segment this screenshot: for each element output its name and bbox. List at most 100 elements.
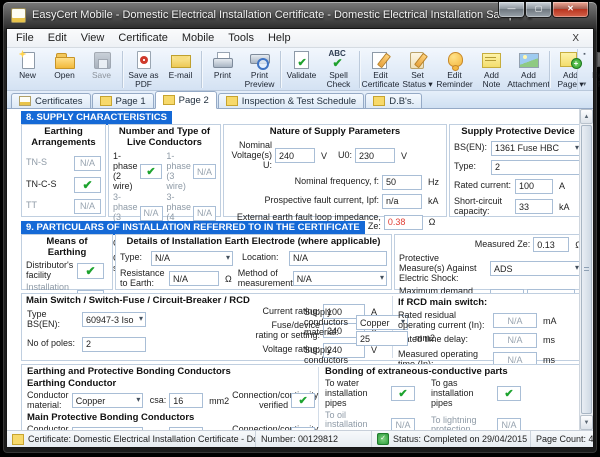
toolbar-new-button[interactable]: New bbox=[9, 49, 46, 90]
menu-edit[interactable]: Edit bbox=[41, 31, 74, 45]
protective-measures-dropdown[interactable]: ADS ▾ bbox=[490, 261, 579, 277]
toolbar-open-button[interactable]: Open bbox=[46, 49, 83, 90]
protective-measures-label: Protective Measure(s) Against Electric S… bbox=[399, 253, 477, 283]
earthing-verified-checkbox[interactable]: ✔ bbox=[291, 393, 315, 409]
bonding-title: Earthing and Protective Bonding Conducto… bbox=[27, 366, 231, 377]
toolbar-add-attachment-button[interactable]: Add Attachment bbox=[507, 49, 550, 90]
tab-strip: Certificates Page 1 Page 2 Inspection & Tes… bbox=[7, 91, 593, 109]
rated-current-field[interactable]: 100 bbox=[515, 178, 553, 194]
measured-ze-field[interactable]: 0.13 bbox=[533, 237, 570, 252]
bsen-dropdown[interactable]: 1361 Fuse HBC ▾ bbox=[491, 140, 579, 156]
menu-view[interactable]: View bbox=[74, 31, 112, 45]
menu-mobile[interactable]: Mobile bbox=[175, 31, 221, 45]
toolbar-e-mail-button[interactable]: E-mail bbox=[162, 49, 199, 90]
gas-pipes-checkbox[interactable]: ✔ bbox=[497, 386, 521, 402]
toolbar-edit-reminder-button[interactable]: Edit Reminder bbox=[436, 49, 473, 90]
tncs-checkbox[interactable]: ✔ bbox=[74, 176, 101, 193]
document-close-button[interactable]: X bbox=[568, 33, 583, 44]
status-page-count: Page Count: 4 bbox=[531, 431, 593, 447]
validate-icon bbox=[289, 50, 315, 71]
oil-pipes-label: To oil installation pipes bbox=[325, 409, 368, 430]
tab-page-2[interactable]: Page 2 bbox=[154, 91, 217, 109]
earthing-material-dropdown[interactable]: Copper ▾ bbox=[71, 393, 144, 409]
tab-d-b-s[interactable]: D.B's. bbox=[365, 93, 423, 108]
tab-label: Certificates bbox=[35, 95, 83, 107]
pdf-icon bbox=[131, 50, 157, 71]
tt-field[interactable]: N/A bbox=[74, 198, 101, 214]
maximize-icon: ▢ bbox=[534, 3, 543, 13]
toolbar-validate-button[interactable]: Validate bbox=[283, 49, 320, 90]
voltage-u0-field[interactable]: 230 bbox=[355, 148, 396, 164]
down-arrow-icon: ▼ bbox=[583, 419, 590, 426]
electrode-type-label: Type: bbox=[120, 252, 143, 263]
main-verified-label: Connection/continuity verified bbox=[232, 423, 319, 430]
frequency-field[interactable]: 50 bbox=[382, 174, 422, 190]
supply-csa-field[interactable]: 25 bbox=[356, 331, 408, 346]
method-dropdown[interactable]: N/A ▾ bbox=[292, 271, 387, 287]
minimize-icon: — bbox=[507, 3, 516, 13]
lightning-field[interactable]: N/A bbox=[497, 417, 521, 430]
switch-type-dropdown[interactable]: 60947-3 Iso ▾ bbox=[82, 312, 146, 328]
toolbar-save-as-pdf-button[interactable]: Save as PDF bbox=[125, 49, 162, 90]
rcd-title: If RCD main switch: bbox=[398, 297, 488, 308]
menu-certificate[interactable]: Certificate bbox=[111, 31, 175, 45]
main-verified-checkbox[interactable]: ✔ bbox=[291, 426, 315, 430]
scroll-down-button[interactable]: ▼ bbox=[580, 415, 593, 430]
residual-current-field[interactable]: N/A bbox=[493, 313, 537, 329]
voltage-u-field[interactable]: 240 bbox=[275, 148, 315, 164]
toolbar-save-button: Save bbox=[83, 49, 120, 90]
oil-pipes-field[interactable]: N/A bbox=[391, 417, 415, 430]
close-button[interactable]: ✕ bbox=[552, 2, 589, 18]
scroll-up-button[interactable]: ▲ bbox=[580, 109, 593, 124]
ze-field[interactable]: 0.38 bbox=[383, 214, 423, 230]
toolbar-separator bbox=[201, 51, 202, 88]
device-type-label: Type: bbox=[454, 161, 477, 172]
device-type-field[interactable]: 2 bbox=[491, 159, 579, 175]
phase3-4wire-field[interactable]: N/A bbox=[193, 205, 216, 221]
chevron-down-icon: ▾ bbox=[574, 263, 579, 273]
menu-file[interactable]: File bbox=[9, 31, 41, 45]
main-csa-field[interactable]: 10 bbox=[169, 426, 204, 430]
status-sync-icon: ✓ bbox=[377, 433, 389, 445]
phase1-3wire-field[interactable]: N/A bbox=[192, 164, 217, 180]
maximize-button[interactable]: ▢ bbox=[525, 2, 552, 18]
location-label: Location: bbox=[242, 252, 279, 263]
menu-tools[interactable]: Tools bbox=[221, 31, 261, 45]
title-bar[interactable]: EasyCert Mobile - Domestic Electrical In… bbox=[3, 2, 597, 28]
electrode-type-dropdown[interactable]: N/A ▾ bbox=[151, 250, 233, 266]
scc-field[interactable]: 33 bbox=[515, 199, 553, 215]
toolbar-print-preview-button[interactable]: Print Preview bbox=[241, 49, 278, 90]
location-field[interactable]: N/A bbox=[289, 250, 387, 266]
time-delay-field[interactable]: N/A bbox=[493, 332, 537, 348]
resistance-field[interactable]: N/A bbox=[169, 271, 219, 287]
toolbar-add-note-button[interactable]: Add Note bbox=[473, 49, 510, 90]
page-icon bbox=[225, 96, 238, 106]
main-material-dropdown[interactable]: Copper ▾ bbox=[71, 426, 144, 430]
tab-certificates[interactable]: Certificates bbox=[11, 93, 91, 108]
earthing-csa-field[interactable]: 16 bbox=[169, 393, 204, 409]
phase1-2wire-checkbox[interactable]: ✔ bbox=[139, 164, 163, 180]
distributor-checkbox[interactable]: ✔ bbox=[77, 262, 104, 279]
poles-field[interactable]: 2 bbox=[82, 336, 146, 352]
number-text: Number: 00129812 bbox=[261, 434, 339, 444]
group-title: Number and Type of Live Conductors bbox=[118, 126, 211, 148]
menu-help[interactable]: Help bbox=[261, 31, 298, 45]
water-pipes-checkbox[interactable]: ✔ bbox=[391, 386, 415, 402]
tns-field[interactable]: N/A bbox=[74, 155, 101, 171]
switch-type-label: Type BS(EN): bbox=[27, 309, 61, 329]
main-material-value: Copper bbox=[76, 429, 106, 430]
phase3-3wire-field[interactable]: N/A bbox=[139, 205, 163, 221]
toolbar-edit-certificate-button[interactable]: Edit Certificate bbox=[362, 49, 399, 90]
fault-current-field[interactable]: n/a bbox=[382, 193, 422, 209]
scrollbar-thumb[interactable] bbox=[581, 125, 592, 414]
tab-inspection-test-schedule[interactable]: Inspection & Test Schedule bbox=[217, 93, 365, 108]
tab-page-1[interactable]: Page 1 bbox=[91, 93, 154, 108]
minimize-button[interactable]: — bbox=[498, 2, 525, 18]
toolbar-set-status-button[interactable]: Set Status ▾ bbox=[399, 49, 436, 90]
group-title: Earthing Arrangements bbox=[31, 126, 96, 148]
vertical-scrollbar[interactable]: ▲ ▼ bbox=[579, 109, 593, 430]
toolbar-print-button[interactable]: Print bbox=[204, 49, 241, 90]
chevron-down-icon: ▾ bbox=[225, 252, 230, 262]
toolbar-spell-check-button[interactable]: Spell Check bbox=[320, 49, 357, 90]
menu-bar: File Edit View Certificate Mobile Tools Help X bbox=[7, 29, 593, 48]
